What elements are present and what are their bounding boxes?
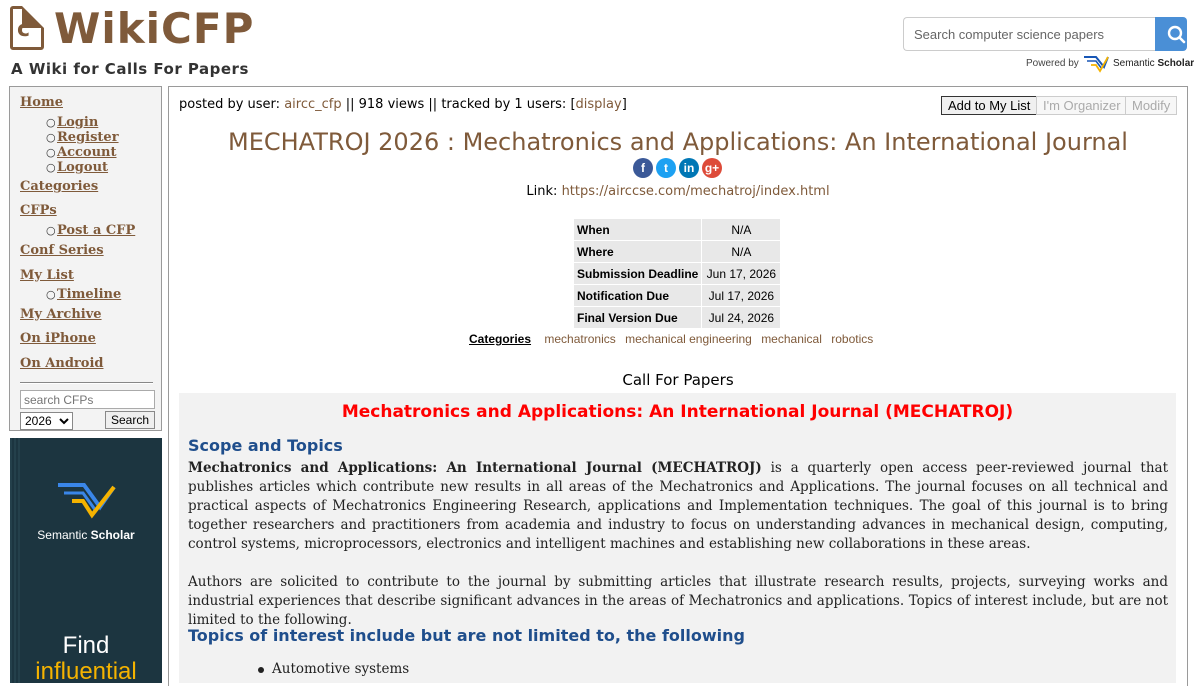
cfp-search-input[interactable] — [20, 390, 155, 409]
linkedin-share-icon[interactable]: in — [679, 158, 699, 178]
category-link[interactable]: robotics — [831, 332, 873, 346]
date-value: N/A — [701, 240, 782, 263]
table-row: Submission Deadline Jun 17, 2026 — [572, 262, 782, 285]
modify-button[interactable]: Modify — [1125, 96, 1178, 115]
logo-letter: c — [17, 17, 31, 42]
event-link-line: Link: https://airccse.com/mechatroj/inde… — [178, 184, 1178, 199]
category-links: Categories mechatronics mechanical engin… — [469, 332, 879, 346]
date-value: Jul 24, 2026 — [701, 306, 782, 329]
sidebar-divider — [20, 382, 153, 384]
date-key: Notification Due — [572, 284, 703, 307]
sidebar-timeline-link[interactable]: Timeline — [57, 287, 121, 302]
bullet: ○ — [46, 116, 56, 129]
bullet-icon — [258, 666, 264, 673]
sidebar-categories-link[interactable]: Categories — [20, 179, 98, 194]
date-key: Where — [572, 240, 703, 263]
im-organizer-button[interactable]: I'm Organizer — [1036, 96, 1128, 115]
event-dates-table: When N/A Where N/A Submission Deadline Jun … — [572, 218, 782, 329]
table-row: When N/A — [572, 218, 782, 241]
paper-search-input[interactable] — [903, 17, 1156, 51]
paper-search-button[interactable] — [1155, 17, 1187, 51]
bullet: ○ — [46, 224, 56, 237]
ad-brand: Semantic Scholar — [10, 528, 162, 542]
cfp-body: Mechatronics and Applications: An Intern… — [179, 393, 1176, 683]
event-url-link[interactable]: https://airccse.com/mechatroj/index.html — [562, 184, 830, 199]
logo-icon[interactable]: c — [10, 6, 44, 50]
ad-headline-accent: influential — [35, 658, 137, 683]
table-row: Where N/A — [572, 240, 782, 263]
sidebar-android-link[interactable]: On Android — [20, 356, 103, 371]
topic-label: Automotive systems — [272, 661, 410, 677]
sidebar-conf-series-link[interactable]: Conf Series — [20, 243, 104, 258]
posted-by-label: posted by user: — [179, 97, 281, 112]
sidebar-logout-link[interactable]: Logout — [57, 160, 108, 175]
category-link[interactable]: mechanical — [761, 332, 822, 346]
display-trackers-link[interactable]: display — [576, 97, 622, 112]
search-icon — [1167, 25, 1186, 44]
google-plus-share-icon[interactable]: g+ — [702, 158, 722, 178]
semantic-scholar-ad-logo-icon — [58, 483, 116, 519]
date-value: N/A — [701, 218, 782, 241]
ad-headline: Find — [62, 632, 110, 659]
category-link[interactable]: mechanical engineering — [625, 332, 752, 346]
sidebar-register-link[interactable]: Register — [57, 130, 119, 145]
facebook-share-icon[interactable]: f — [633, 158, 653, 178]
sidebar: Home ○ Login ○ Register ○ Account ○ Logo… — [9, 86, 162, 431]
date-key: Submission Deadline — [572, 262, 703, 285]
category-link[interactable]: mechatronics — [544, 332, 615, 346]
date-key: Final Version Due — [572, 306, 703, 329]
powered-by-label: Powered by — [1026, 58, 1079, 69]
semantic-scholar-link[interactable]: Semantic Scholar — [1113, 58, 1194, 69]
scope-paragraph: Mechatronics and Applications: An Intern… — [188, 459, 1168, 554]
add-to-my-list-button[interactable]: Add to My List — [941, 96, 1038, 115]
ad-brand-label: Semantic — [37, 528, 88, 542]
authors-paragraph: Authors are solicited to contribute to t… — [188, 574, 1168, 628]
cfp-title: Mechatronics and Applications: An Intern… — [341, 402, 1014, 422]
sidebar-post-cfp-link[interactable]: Post a CFP — [57, 223, 135, 238]
sidebar-cfps-link[interactable]: CFPs — [20, 203, 57, 218]
bullet: ○ — [46, 146, 56, 159]
bullet: ○ — [46, 131, 56, 144]
bullet: ○ — [46, 161, 56, 174]
semantic-scholar-ad[interactable]: Semantic Scholar Find influential — [10, 438, 162, 683]
table-row: Final Version Due Jul 24, 2026 — [572, 306, 782, 329]
post-meta: posted by user: aircc_cfp || 918 views |… — [179, 97, 627, 112]
views-tracked-label: || 918 views || tracked by 1 users: [ — [345, 97, 576, 112]
semantic-scholar-label-bold: Scholar — [1157, 58, 1195, 69]
link-label: Link: — [526, 184, 558, 199]
sidebar-home-link[interactable]: Home — [20, 95, 63, 110]
sidebar-account-link[interactable]: Account — [57, 145, 117, 160]
date-value: Jun 17, 2026 — [701, 262, 782, 285]
semantic-scholar-logo-icon[interactable] — [1082, 53, 1110, 75]
categories-heading-link[interactable]: Categories — [469, 332, 531, 346]
close-bracket: ] — [621, 97, 627, 112]
site-logo[interactable]: WikiCFP — [54, 2, 254, 56]
list-item: Automotive systems — [258, 661, 409, 677]
sidebar-my-archive-link[interactable]: My Archive — [20, 307, 102, 322]
twitter-share-icon[interactable]: t — [656, 158, 676, 178]
scope-heading: Scope and Topics — [188, 436, 343, 455]
table-row: Notification Due Jul 17, 2026 — [572, 284, 782, 307]
poster-user-link[interactable]: aircc_cfp — [284, 97, 341, 112]
date-key: When — [572, 218, 703, 241]
sidebar-login-link[interactable]: Login — [57, 115, 98, 130]
call-for-papers-heading: Call For Papers — [622, 371, 734, 389]
journal-name: Mechatronics and Applications: An Intern… — [188, 460, 762, 476]
sidebar-iphone-link[interactable]: On iPhone — [20, 331, 96, 346]
semantic-scholar-label: Semantic — [1113, 58, 1155, 69]
topics-heading: Topics of interest include but are not l… — [188, 626, 745, 645]
event-title: MECHATROJ 2026 : Mechatronics and Applic… — [228, 128, 1128, 156]
sidebar-my-list-link[interactable]: My List — [20, 268, 74, 283]
date-value: Jul 17, 2026 — [701, 284, 782, 307]
bullet: ○ — [46, 288, 56, 301]
ad-brand-label-bold: Scholar — [90, 528, 135, 542]
site-tagline: A Wiki for Calls For Papers — [11, 60, 249, 78]
year-select[interactable]: 2026 — [20, 412, 73, 430]
cfp-search-button[interactable]: Search — [105, 411, 155, 429]
